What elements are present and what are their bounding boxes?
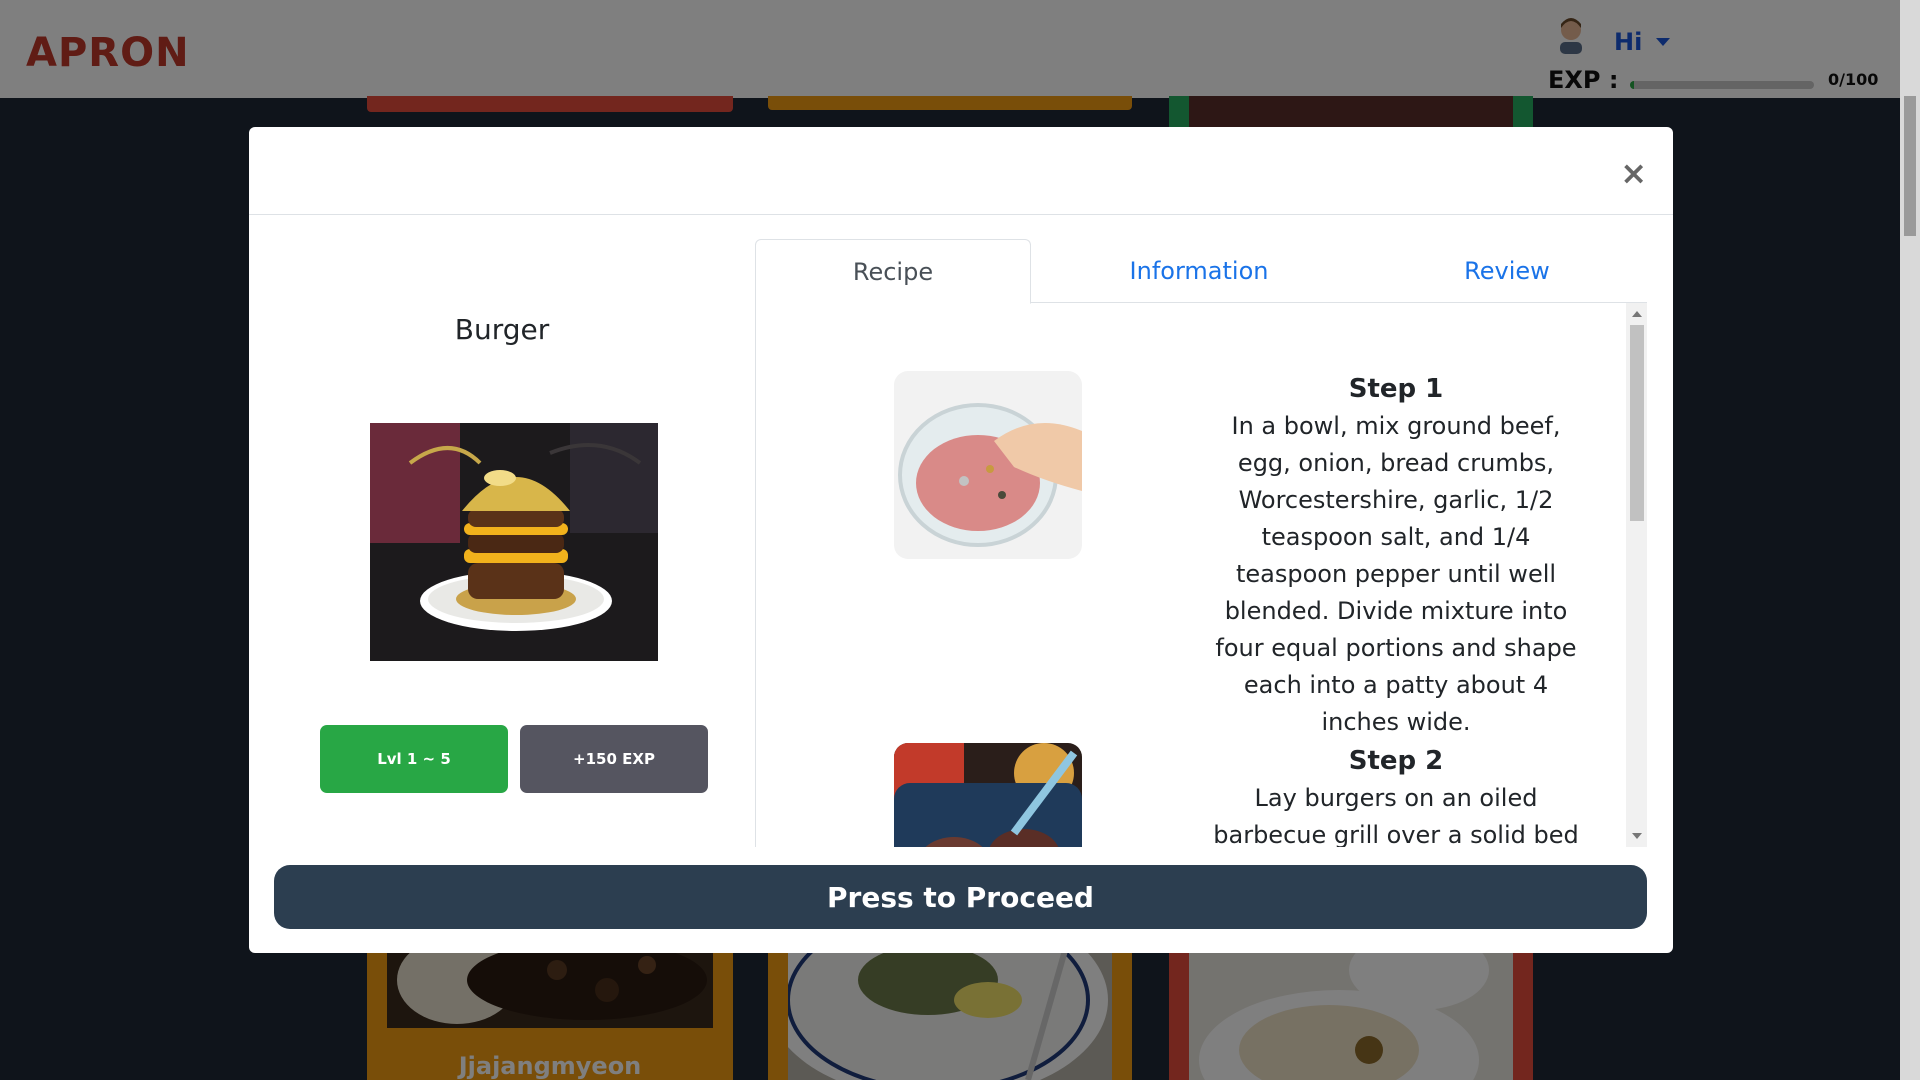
tab-bar: Recipe Information Review [755,239,1647,304]
tab-information[interactable]: Information [1031,239,1367,303]
step-title: Step 1 [1348,374,1444,404]
exp-reward-badge: +150 EXP [520,725,708,793]
step-title: Step 2 [1348,746,1444,776]
page-scrollbar-thumb[interactable] [1904,96,1916,236]
recipe-steps[interactable]: Step 1 In a bowl, mix ground beef, egg, … [755,303,1647,847]
step-text: Step 1 In a bowl, mix ground beef, egg, … [1206,371,1586,741]
step-photo [894,743,1082,847]
step-description: Lay burgers on an oiled barbecue grill o… [1213,784,1579,847]
step-description: In a bowl, mix ground beef, egg, onion, … [1215,412,1577,736]
step-text: Step 2 Lay burgers on an oiled barbecue … [1206,743,1586,847]
tab-review[interactable]: Review [1367,239,1647,303]
tab-panel: Recipe Information Review Step 1 In a bo… [755,215,1647,847]
dish-name: Burger [454,313,550,346]
scroll-up-icon[interactable] [1632,311,1642,317]
dish-summary: Burger Lvl 1 ~ 5 +150 EXP [249,215,755,793]
modal-header: × [249,127,1673,215]
level-badge: Lvl 1 ~ 5 [320,725,508,793]
page-scrollbar[interactable] [1900,0,1920,1080]
tab-recipe[interactable]: Recipe [755,239,1031,304]
proceed-button[interactable]: Press to Proceed [274,865,1647,929]
recipe-modal: × Burger Lvl 1 ~ 5 +150 EXP Recipe Infor… [249,127,1673,953]
scroll-down-icon[interactable] [1632,833,1642,839]
steps-scrollbar[interactable] [1626,303,1647,847]
steps-scrollbar-thumb[interactable] [1630,325,1644,521]
close-button[interactable]: × [1620,157,1647,189]
dish-photo [370,423,658,661]
step-photo [894,371,1082,559]
